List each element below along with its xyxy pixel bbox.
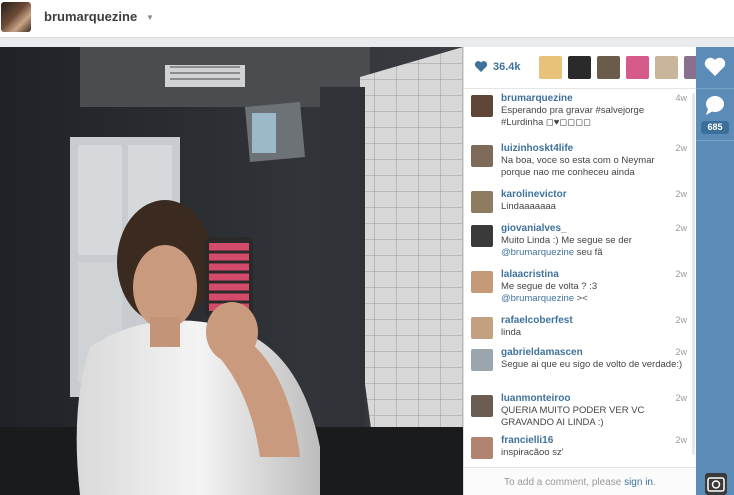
- comment-text: QUERIA MUITO PODER VER VC GRAVANDO AI LI…: [501, 405, 645, 428]
- comment-text: Me segue de volta ? :3 @brumarquezine ><: [501, 281, 598, 304]
- commenter-avatar[interactable]: [471, 145, 493, 167]
- comment-mention-link[interactable]: @brumarquezine: [501, 247, 574, 258]
- commenter-avatar[interactable]: [471, 225, 493, 247]
- caret-down-icon[interactable]: ▼: [146, 13, 154, 22]
- commenter-username[interactable]: brumarquezine: [501, 93, 573, 104]
- comment-mention-link[interactable]: @brumarquezine: [501, 293, 574, 304]
- add-comment-bar: To add a comment, please sign in.: [464, 467, 697, 495]
- comment-timestamp: 2w: [675, 269, 687, 279]
- commenter-username[interactable]: giovanialves_: [501, 223, 567, 234]
- commenter-avatar[interactable]: [471, 437, 493, 459]
- top-header: brumarquezine ▼: [0, 0, 734, 38]
- commenter-avatar[interactable]: [471, 191, 493, 213]
- profile-avatar[interactable]: [1, 2, 31, 32]
- comment-text: Lindaaaaaaa: [501, 201, 556, 212]
- commenter-username[interactable]: rafaelcoberfest: [501, 315, 573, 326]
- comments-list: brumarquezine 4w Esperando pra gravar #sal…: [464, 89, 697, 467]
- comment-timestamp: 2w: [675, 435, 687, 445]
- commenter-avatar[interactable]: [471, 271, 493, 293]
- comment-text: inspiracãoo sz': [501, 447, 564, 458]
- liker-avatar[interactable]: [626, 56, 649, 79]
- comment-count-badge: 685: [701, 121, 729, 134]
- commenter-username[interactable]: karolinevictor: [501, 189, 567, 200]
- post-photo-image: [0, 47, 463, 495]
- instagram-photo-page: brumarquezine ▼ 36.4k brumarquezine 4w E…: [0, 0, 734, 495]
- comment-button[interactable]: 685: [696, 89, 734, 141]
- comment-text: Na boa, voce so esta com o Neymar porque…: [501, 155, 655, 178]
- comment-text: Esperando pra gravar #salvejorge #Lurdin…: [501, 105, 645, 128]
- commenter-avatar[interactable]: [471, 395, 493, 417]
- comment-text: linda: [501, 327, 522, 338]
- commenter-username[interactable]: lalaacristina: [501, 269, 559, 280]
- commenter-avatar[interactable]: [471, 95, 493, 117]
- commenter-avatar[interactable]: [471, 317, 493, 339]
- comment-timestamp: 2w: [675, 315, 687, 325]
- comment-timestamp: 4w: [675, 93, 687, 103]
- add-comment-prompt: To add a comment, please sign in.: [504, 477, 656, 488]
- liker-avatar[interactable]: [539, 56, 562, 79]
- liker-avatar[interactable]: [655, 56, 678, 79]
- liker-avatar[interactable]: [597, 56, 620, 79]
- profile-username[interactable]: brumarquezine: [44, 9, 137, 24]
- likes-row: 36.4k: [464, 47, 707, 89]
- post-photo[interactable]: [0, 47, 463, 495]
- comment-timestamp: 2w: [675, 393, 687, 403]
- sign-in-link[interactable]: sign in: [624, 477, 653, 488]
- comment-bubble-icon: [706, 96, 724, 115]
- comment-timestamp: 2w: [675, 347, 687, 357]
- comment-timestamp: 2w: [675, 189, 687, 199]
- comments-scrollbar[interactable]: [692, 93, 695, 455]
- liker-avatar[interactable]: [568, 56, 591, 79]
- comment-text: Muito Linda :) Me segue se der @brumarque…: [501, 235, 632, 258]
- commenter-username[interactable]: luanmonteiroo: [501, 393, 570, 404]
- commenter-username[interactable]: gabrieldamascen: [501, 347, 583, 358]
- heart-icon: [704, 57, 726, 76]
- comment-timestamp: 2w: [675, 143, 687, 153]
- commenter-avatar[interactable]: [471, 349, 493, 371]
- commenter-username[interactable]: francielli16: [501, 435, 553, 446]
- like-button[interactable]: [696, 47, 734, 89]
- action-rail: 685: [696, 47, 734, 495]
- commenter-username[interactable]: luizinhoskt4life: [501, 143, 573, 154]
- instagram-camera-icon[interactable]: [705, 473, 727, 495]
- heart-icon[interactable]: [474, 60, 488, 73]
- likes-count[interactable]: 36.4k: [493, 61, 521, 73]
- post-side-panel: 36.4k brumarquezine 4w Esperando pra grava…: [463, 47, 707, 495]
- comment-text: Segue ai que eu sigo de volto de verdade…: [501, 359, 683, 370]
- comment-timestamp: 2w: [675, 223, 687, 233]
